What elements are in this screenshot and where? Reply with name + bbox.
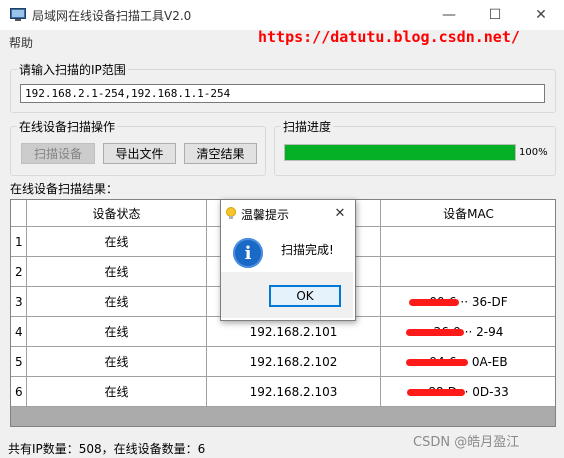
progress-fill xyxy=(285,145,515,160)
cell-mac[interactable]: 00-6 ·· 36-DF xyxy=(381,287,555,317)
info-icon: i xyxy=(233,238,263,268)
dialog-title: 温馨提示 xyxy=(241,208,290,222)
cell-status[interactable]: 在线 xyxy=(27,257,207,287)
maximize-button[interactable]: ☐ xyxy=(472,0,518,30)
row-header[interactable]: 6 xyxy=(11,377,27,407)
close-button[interactable]: ✕ xyxy=(518,0,564,30)
row-header[interactable]: 5 xyxy=(11,347,27,377)
cell-status[interactable]: 在线 xyxy=(27,227,207,257)
cell-status[interactable]: 在线 xyxy=(27,347,207,377)
row-header[interactable]: 2 xyxy=(11,257,27,287)
cell-status[interactable]: 在线 xyxy=(27,317,207,347)
col-header-status[interactable]: 设备状态 xyxy=(27,200,207,227)
close-icon: ✕ xyxy=(535,7,547,23)
dialog-close-button[interactable]: ✕ xyxy=(329,202,351,224)
dialog-message: 扫描完成! xyxy=(281,243,334,257)
row-header[interactable]: 3 xyxy=(11,287,27,317)
col-header-mac[interactable]: 设备MAC xyxy=(381,200,555,227)
cell-mac[interactable] xyxy=(381,257,555,287)
clear-button[interactable]: 清空结果 xyxy=(184,143,257,164)
cell-ip[interactable]: 192.168.2.103 xyxy=(207,377,381,407)
ok-button[interactable]: OK xyxy=(269,285,341,307)
ip-range-input[interactable]: 192.168.2.1-254,192.168.1.1-254 xyxy=(20,84,545,103)
status-text: 共有IP数量：508，在线设备数量：6 xyxy=(8,442,206,456)
scan-ops-legend: 在线设备扫描操作 xyxy=(19,120,116,134)
row-header[interactable]: 4 xyxy=(11,317,27,347)
export-button[interactable]: 导出文件 xyxy=(103,143,176,164)
window-title: 局域网在线设备扫描工具V2.0 xyxy=(32,9,192,23)
message-dialog: 温馨提示 ✕ i 扫描完成! OK xyxy=(220,199,356,321)
watermark-url: https://datutu.blog.csdn.net/ xyxy=(258,28,520,46)
close-icon: ✕ xyxy=(334,205,346,221)
lightbulb-icon xyxy=(226,207,236,219)
redaction-mark xyxy=(406,329,464,336)
progress-bar xyxy=(284,144,516,161)
progress-label: 100% xyxy=(519,147,548,158)
app-icon xyxy=(10,8,26,21)
redaction-mark xyxy=(406,359,468,366)
progress-legend: 扫描进度 xyxy=(283,120,332,134)
minimize-icon: — xyxy=(442,7,456,23)
redaction-mark xyxy=(407,389,465,396)
cell-status[interactable]: 在线 xyxy=(27,287,207,317)
minimize-button[interactable]: — xyxy=(426,0,472,30)
cell-ip[interactable]: 192.168.2.101 xyxy=(207,317,381,347)
grid-corner xyxy=(11,200,27,227)
cell-mac[interactable] xyxy=(381,227,555,257)
watermark-csdn: CSDN @皓月盈江 xyxy=(413,435,520,450)
redaction-mark xyxy=(409,299,459,306)
maximize-icon: ☐ xyxy=(488,7,502,23)
ip-range-legend: 请输入扫描的IP范围 xyxy=(19,63,126,77)
cell-ip[interactable]: 192.168.2.102 xyxy=(207,347,381,377)
row-header[interactable]: 1 xyxy=(11,227,27,257)
results-label: 在线设备扫描结果： xyxy=(10,182,119,196)
menu-help[interactable]: 帮助 xyxy=(9,34,33,51)
cell-status[interactable]: 在线 xyxy=(27,377,207,407)
scan-button[interactable]: 扫描设备 xyxy=(21,143,95,164)
